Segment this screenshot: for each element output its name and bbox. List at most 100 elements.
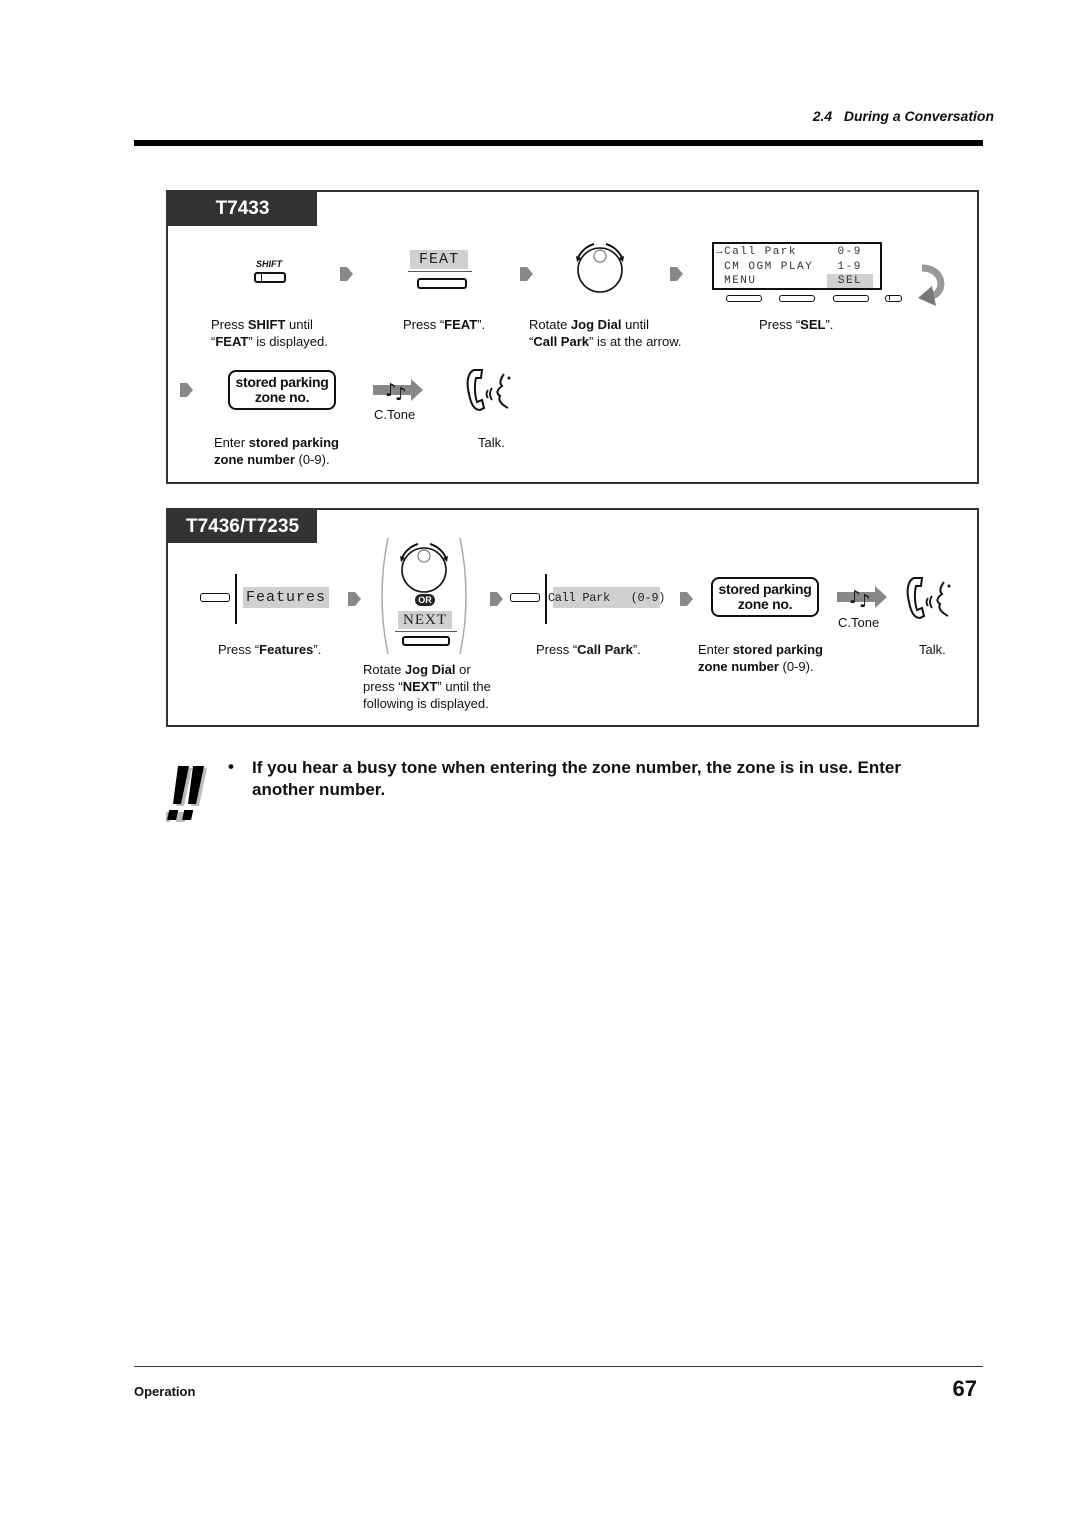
caption-enter-zone: Enter stored parking zone number (0-9). — [214, 434, 339, 468]
caption-text: Press — [211, 317, 248, 332]
caption-text: Press “ — [759, 317, 801, 332]
sel-soft-key[interactable] — [833, 295, 869, 302]
soft-key-small[interactable] — [885, 295, 902, 302]
caption-text: following is displayed. — [363, 696, 489, 711]
caption-text: Rotate — [529, 317, 571, 332]
soft-key-small-divider — [889, 296, 890, 300]
lcd-line-1: →Call Park 0-9 — [716, 246, 862, 258]
jog-dial-icon[interactable] — [572, 238, 628, 294]
feat-key-rule — [408, 271, 472, 272]
caption-enter-zone: Enter stored parking zone number (0-9). — [698, 641, 823, 675]
caption-text: ”. — [632, 642, 641, 657]
caption-text: until — [285, 317, 313, 332]
caption-press-shift: Press SHIFT until “FEAT” is displayed. — [211, 316, 328, 350]
caption-text: Press “ — [218, 642, 260, 657]
caption-text: Enter — [698, 642, 733, 657]
zone-box-line-1: stored parking — [235, 374, 329, 390]
confirmation-tone-icon: ♪ ♪ — [373, 379, 423, 404]
caption-bold: SEL — [800, 317, 826, 332]
step-arrow-icon — [520, 267, 533, 281]
caption-bold: zone number — [214, 452, 295, 467]
caption-bold: zone number — [698, 659, 779, 674]
panel-tab-t7433: T7433 — [168, 192, 317, 226]
caption-text: Enter — [214, 435, 249, 450]
caption-text: press “ — [363, 679, 403, 694]
features-display-label: Features — [243, 587, 329, 608]
caption-bold: Jog Dial — [570, 317, 622, 332]
panel-tab-t7436-t7235: T7436/T7235 — [168, 510, 317, 543]
caption-bold: FEAT — [215, 334, 249, 349]
caption-text: (0-9). — [778, 659, 814, 674]
svg-text:♪: ♪ — [395, 384, 407, 404]
caption-bold: stored parking — [732, 642, 823, 657]
caption-press-call-park: Press “Call Park”. — [536, 641, 641, 658]
lcd-line-2: CM OGM PLAY 1-9 — [716, 261, 862, 273]
ctone-label: C.Tone — [838, 615, 880, 630]
step-arrow-icon — [490, 592, 503, 606]
caption-text: (0-9). — [294, 452, 330, 467]
caption-text: ”. — [313, 642, 322, 657]
zone-box-line-1: stored parking — [718, 581, 812, 597]
caption-bold: FEAT — [444, 317, 478, 332]
header-rule — [134, 140, 983, 146]
stored-parking-zone-key[interactable]: stored parking zone no. — [711, 577, 819, 617]
note-text: If you hear a busy tone when entering th… — [252, 758, 901, 799]
caption-talk: Talk. — [919, 642, 946, 657]
lcd-display: →Call Park 0-9 CM OGM PLAY 1-9 MENU SEL — [712, 242, 882, 290]
step-arrow-icon — [670, 267, 683, 281]
step-arrow-icon — [680, 592, 693, 606]
step-arrow-icon — [348, 592, 361, 606]
talk-handset-icon — [466, 369, 511, 412]
soft-key-1[interactable] — [726, 295, 762, 302]
feat-key[interactable] — [417, 278, 467, 289]
shift-key-divider — [261, 274, 262, 281]
lcd-sel-label: SEL — [827, 274, 873, 288]
jog-dial-icon[interactable] — [396, 538, 452, 594]
panel-t7433: T7433 SHIFT FEAT →Call Park 0-9 CM OGM P… — [166, 190, 979, 484]
lcd-line-3: MENU — [716, 275, 757, 287]
caption-text: ”. — [825, 317, 834, 332]
caption-press-sel: Press “SEL”. — [759, 316, 833, 333]
zone-box-line-2: zone no. — [737, 596, 793, 612]
caption-bold: stored parking — [248, 435, 339, 450]
call-park-display-label: Call Park (0-9) — [548, 587, 665, 608]
ctone-label: C.Tone — [374, 407, 416, 422]
features-soft-key[interactable] — [200, 593, 230, 602]
caption-bold: SHIFT — [247, 317, 286, 332]
caption-bold: Call Park — [533, 334, 589, 349]
caption-rotate-jog: Rotate Jog Dial until “Call Park” is at … — [529, 316, 681, 350]
section-header: 2.4 During a Conversation — [812, 108, 994, 124]
confirmation-tone-icon: ♪ ♪ — [837, 586, 887, 611]
footer-section: Operation — [134, 1384, 196, 1399]
caption-bold: NEXT — [402, 679, 438, 694]
feat-display-label: FEAT — [410, 250, 468, 269]
caption-text: ” is at the arrow. — [589, 334, 682, 349]
panel-t7436-t7235: T7436/T7235 Features OR NEXT Call Park (… — [166, 508, 979, 727]
zone-box-line-2: zone no. — [254, 389, 310, 405]
footer-rule — [134, 1366, 983, 1367]
caption-text: Press “ — [403, 317, 445, 332]
caption-text: ” is displayed. — [248, 334, 328, 349]
caption-text: ”. — [477, 317, 486, 332]
step-arrow-icon — [340, 267, 353, 281]
caption-bold: Features — [259, 642, 314, 657]
next-key[interactable] — [402, 636, 450, 646]
caption-text: ” until the — [437, 679, 491, 694]
call-park-soft-key[interactable] — [510, 593, 540, 602]
step-arrow-icon — [180, 383, 193, 397]
caption-text: or — [455, 662, 471, 677]
next-display-label: NEXT — [398, 611, 452, 629]
double-exclamation-icon — [166, 766, 207, 822]
talk-handset-icon — [906, 577, 951, 620]
shift-key-label: SHIFT — [256, 259, 282, 269]
caption-rotate-or-next: Rotate Jog Dial or press “NEXT” until th… — [363, 661, 491, 712]
call-park-key-separator — [545, 574, 547, 624]
caption-text: Press “ — [536, 642, 578, 657]
caption-talk: Talk. — [478, 435, 505, 450]
caption-press-features: Press “Features”. — [218, 641, 321, 658]
stored-parking-zone-key[interactable]: stored parking zone no. — [228, 370, 336, 410]
soft-key-2[interactable] — [779, 295, 815, 302]
shift-key[interactable] — [254, 272, 286, 283]
caption-press-feat: Press “FEAT”. — [403, 316, 485, 333]
page-number: 67 — [952, 1376, 977, 1401]
